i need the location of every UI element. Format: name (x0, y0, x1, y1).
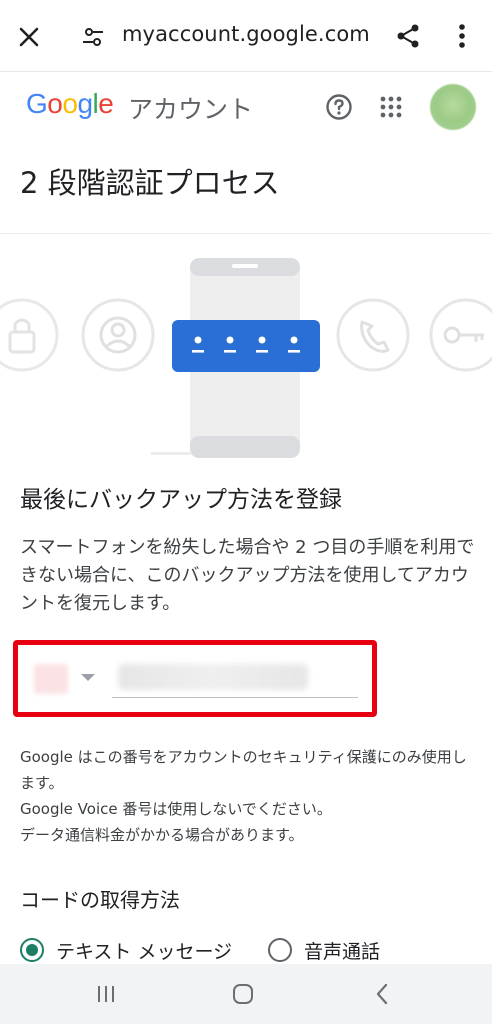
header-divider (0, 233, 492, 234)
person-icon (81, 298, 155, 372)
system-nav-bar (0, 964, 492, 1024)
google-logo[interactable]: Google (26, 88, 114, 120)
logo-letter: e (98, 88, 114, 119)
key-icon (429, 298, 492, 372)
logo-letter: o (62, 88, 78, 119)
backup-title: 最後にバックアップ方法を登録 (20, 487, 342, 513)
product-name: アカウント (128, 95, 254, 124)
browser-toolbar: myaccount.google.com (0, 0, 492, 72)
radio-label-voice-call: 音声通話 (304, 940, 381, 963)
notice-line-3: データ通信料金がかかる場合があります。 (20, 826, 304, 844)
more-vert-icon[interactable] (450, 20, 474, 52)
logo-letter: g (77, 88, 93, 119)
logo-letter: G (26, 88, 48, 119)
radio-button-selected[interactable] (20, 938, 44, 962)
recents-icon[interactable] (92, 982, 120, 1006)
home-icon[interactable] (229, 980, 257, 1008)
back-icon[interactable] (368, 980, 396, 1008)
notice-line-2: Google Voice 番号は使用しないでください。 (20, 800, 332, 818)
code-method-title: コードの取得方法 (20, 888, 180, 912)
close-icon[interactable] (14, 22, 44, 52)
notice-line-1: Google はこの番号をアカウントのセキュリティ保護にのみ使用します。 (20, 748, 467, 792)
help-icon[interactable] (324, 92, 354, 122)
apps-grid-icon[interactable] (376, 92, 406, 122)
radio-label-text-message: テキスト メッセージ (56, 940, 233, 963)
backup-description: スマートフォンを紛失した場合や 2 つ目の手順を利用できない場合に、このバックア… (20, 537, 475, 614)
illustration (0, 240, 492, 470)
address-bar-url[interactable]: myaccount.google.com (122, 22, 370, 46)
radio-button-unselected[interactable] (268, 938, 292, 962)
share-icon[interactable] (392, 20, 424, 52)
privacy-notice: Google はこの番号をアカウントのセキュリティ保護にのみ使用します。 Goo… (20, 744, 480, 848)
logo-letter: o (47, 88, 63, 119)
radio-text-message[interactable]: テキスト メッセージ (20, 936, 232, 964)
country-flag[interactable] (34, 664, 68, 694)
radio-voice-call[interactable]: 音声通話 (268, 936, 380, 964)
phone-number-redacted (118, 664, 308, 690)
tune-icon[interactable] (78, 22, 108, 52)
avatar[interactable] (430, 84, 476, 130)
lock-icon (0, 298, 59, 372)
page-title: 2 段階認証プロセス (20, 166, 280, 200)
phone-icon (336, 298, 410, 372)
chevron-down-icon[interactable] (81, 674, 95, 681)
